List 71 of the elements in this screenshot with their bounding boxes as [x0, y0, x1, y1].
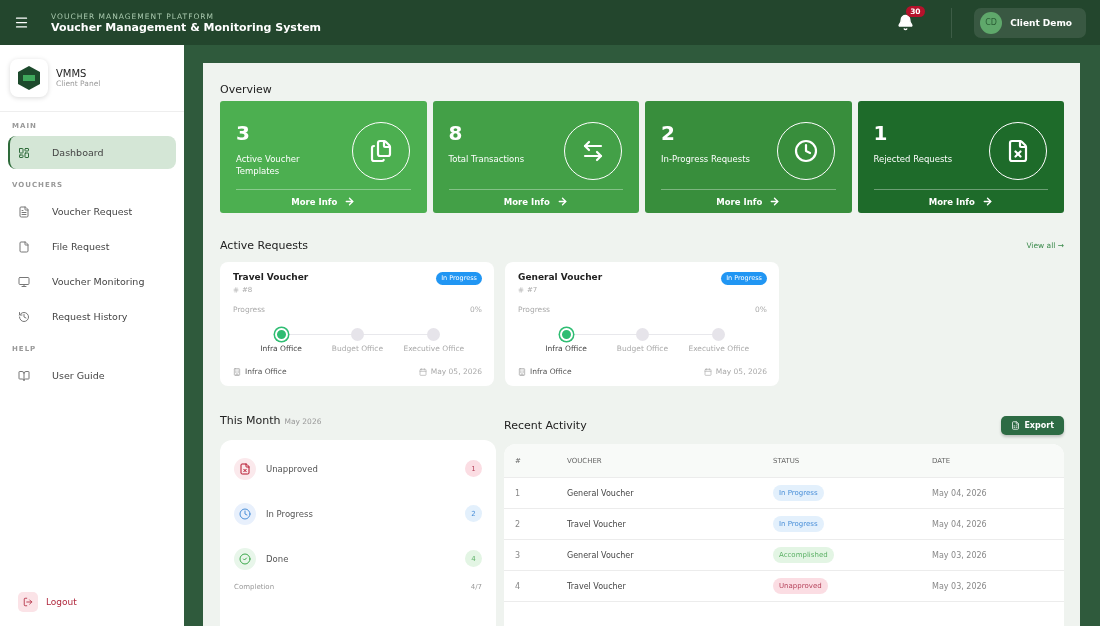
book-icon	[18, 369, 30, 382]
arrow-right-icon	[981, 196, 993, 207]
section-title: Overview	[220, 83, 273, 96]
table-cell-text: May 04, 2026	[932, 488, 988, 498]
month-item-label: In Progress	[266, 508, 313, 519]
request-title: General Voucher	[518, 272, 603, 284]
menu-icon[interactable]	[14, 15, 29, 30]
stat-value: 3	[236, 121, 251, 145]
table-cell-text: Travel Voucher	[567, 581, 627, 591]
table-cell-text: 3	[515, 550, 522, 560]
document-x-icon	[239, 462, 251, 475]
document-x-icon	[1006, 139, 1030, 163]
history-icon	[18, 310, 30, 323]
building-icon	[518, 367, 526, 376]
section-title: Active Requests	[220, 239, 308, 252]
stat-label: Total Transactions	[448, 153, 526, 166]
calendar-icon	[703, 367, 712, 376]
section-title: Recent Activity	[504, 418, 587, 432]
table-cell-text: May 03, 2026	[932, 550, 988, 560]
bell-icon[interactable]	[897, 13, 915, 31]
grid-icon	[18, 146, 30, 159]
section-title: This Month	[220, 414, 281, 427]
clock-icon	[239, 507, 251, 520]
avatar: CD	[980, 11, 1003, 34]
check-circle-icon	[239, 552, 251, 565]
sidebar-item[interactable]: File Request	[8, 230, 176, 263]
hash-icon	[518, 287, 524, 293]
arrow-right-icon	[769, 196, 781, 207]
table-cell-text: 2	[515, 519, 522, 529]
document-icon	[18, 205, 30, 218]
sidebar-item[interactable]: Voucher Request	[8, 195, 176, 228]
monitor-icon	[18, 275, 30, 288]
stat-label: Active Voucher Templates	[236, 153, 301, 178]
table-cell-text: May 04, 2026	[932, 519, 988, 529]
logout-link[interactable]: Logout	[18, 592, 184, 612]
stat-value: 1	[873, 121, 889, 145]
sidebar-item[interactable]: Request History	[8, 300, 176, 333]
spreadsheet-icon	[1011, 420, 1021, 430]
request-title: Travel Voucher	[233, 272, 309, 284]
app-title: Voucher Management & Monitoring System	[51, 20, 323, 34]
table-cell-text: General Voucher	[567, 550, 635, 560]
file-icon	[18, 240, 30, 253]
arrow-right-icon	[556, 196, 568, 207]
user-chip[interactable]: CD Client Demo	[974, 7, 1086, 38]
table-cell-text: May 03, 2026	[932, 581, 988, 591]
clock-icon	[793, 139, 818, 163]
arrow-right-icon	[344, 196, 356, 207]
documents-icon	[368, 139, 393, 163]
arrows-icon	[581, 139, 605, 163]
sidebar-item[interactable]: Voucher Monitoring	[8, 265, 176, 298]
stat-value: 2	[661, 121, 676, 145]
user-name: Client Demo	[1010, 17, 1072, 28]
calendar-icon	[418, 367, 427, 376]
building-icon	[233, 367, 241, 376]
export-button[interactable]: Export	[1001, 415, 1064, 435]
table-cell-text: 4	[515, 581, 522, 591]
more-info-link[interactable]: More Info	[873, 189, 1048, 207]
more-info-link[interactable]: More Info	[661, 189, 836, 207]
month-item-label: Unapproved	[266, 463, 318, 474]
table-cell-text: 1	[515, 488, 522, 498]
sidebar-item[interactable]: User Guide	[8, 359, 176, 392]
brand-name: VMMS	[56, 68, 88, 79]
logout-icon	[23, 597, 33, 607]
hash-icon	[233, 287, 239, 293]
stat-label: Rejected Requests	[873, 153, 954, 166]
sidebar-item[interactable]: Dashboard	[8, 136, 176, 169]
stat-value: 8	[448, 121, 464, 145]
stat-label: In-Progress Requests	[661, 153, 751, 166]
table-cell-text: Travel Voucher	[567, 519, 627, 529]
month-item-label: Done	[266, 553, 289, 564]
table-cell-text: General Voucher	[567, 488, 635, 498]
